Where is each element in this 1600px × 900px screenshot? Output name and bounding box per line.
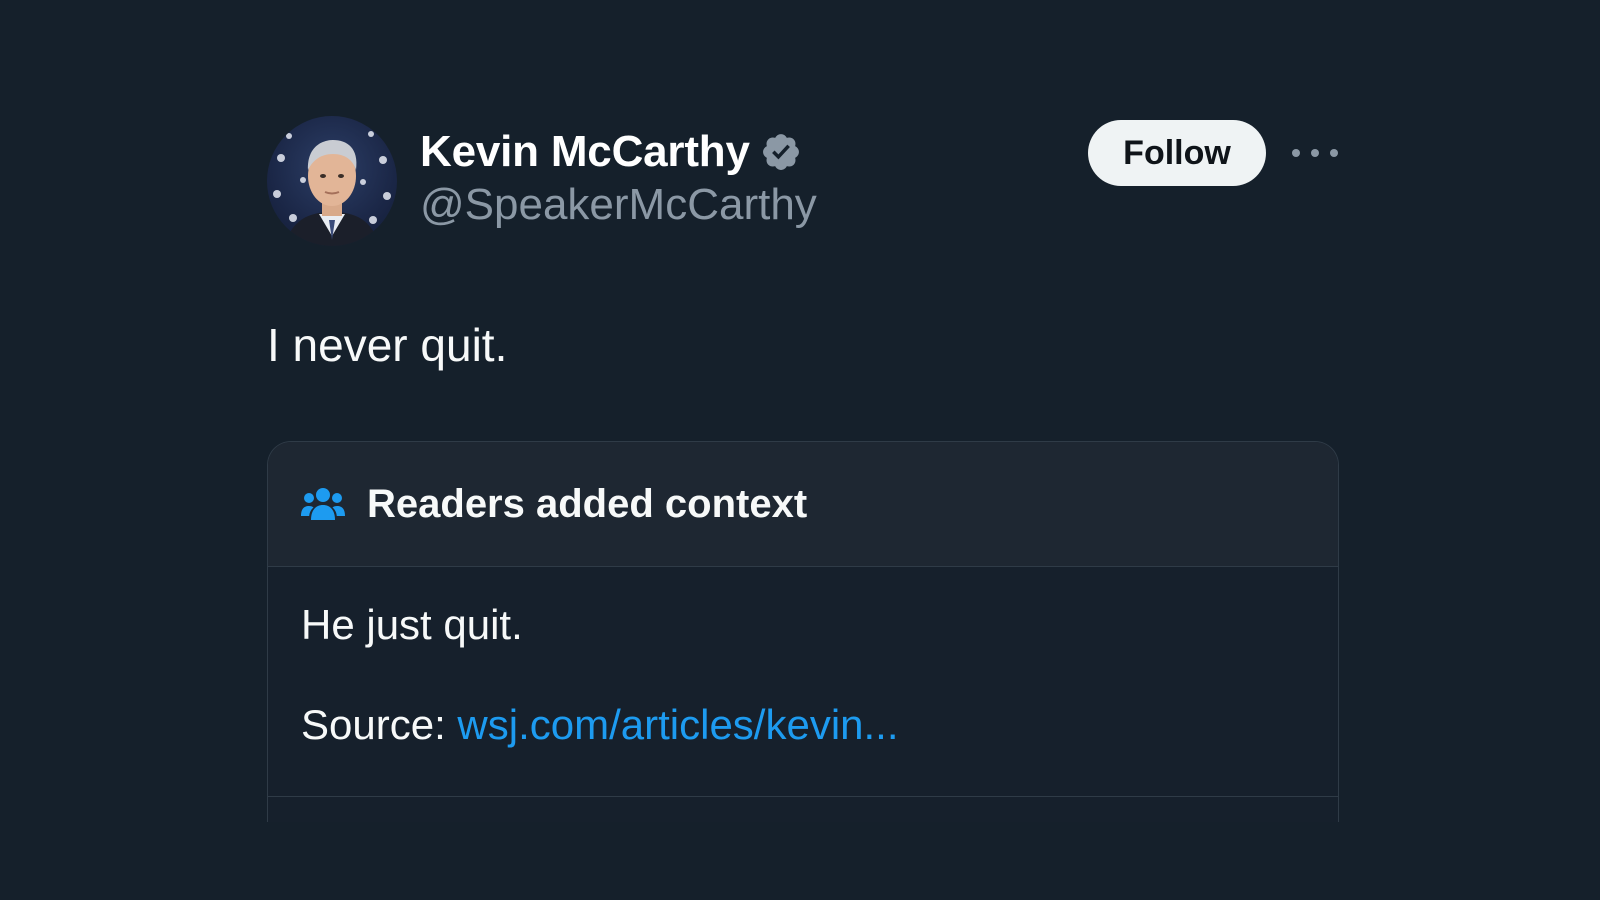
verified-badge-icon[interactable] xyxy=(760,131,802,173)
page: Kevin McCarthy @SpeakerMcCarthy Follow I… xyxy=(0,0,1600,900)
community-note-header: Readers added context xyxy=(268,442,1338,567)
name-row: Kevin McCarthy xyxy=(420,126,817,178)
more-dot xyxy=(1330,149,1338,157)
follow-button[interactable]: Follow xyxy=(1088,120,1266,186)
community-note-text: He just quit. xyxy=(301,601,523,648)
community-note-body: He just quit. Source: wsj.com/articles/k… xyxy=(268,567,1338,797)
more-options-icon[interactable] xyxy=(1292,138,1338,168)
tweet-text: I never quit. xyxy=(267,319,508,371)
more-dot xyxy=(1311,149,1319,157)
user-meta: Kevin McCarthy @SpeakerMcCarthy xyxy=(420,126,817,230)
display-name[interactable]: Kevin McCarthy xyxy=(420,127,750,177)
user-handle[interactable]: @SpeakerMcCarthy xyxy=(420,180,817,230)
community-note-source: Source: wsj.com/articles/kevin... xyxy=(301,701,1338,749)
readers-group-icon xyxy=(301,486,345,522)
more-dot xyxy=(1292,149,1300,157)
avatar[interactable] xyxy=(267,116,397,246)
community-note-card: Readers added context He just quit. Sour… xyxy=(267,441,1339,822)
community-note-title: Readers added context xyxy=(367,481,808,526)
source-link[interactable]: wsj.com/articles/kevin... xyxy=(457,701,898,748)
source-label: Source: xyxy=(301,701,458,748)
